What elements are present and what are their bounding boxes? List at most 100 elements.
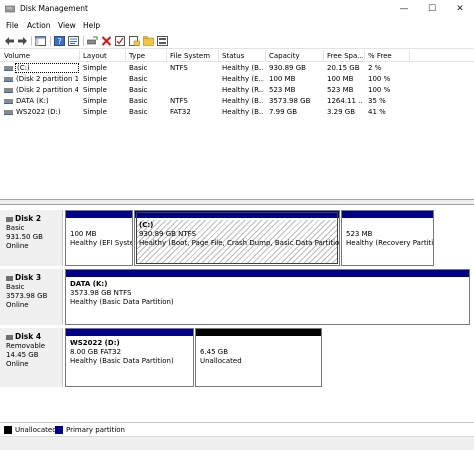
menu-help[interactable]: Help	[83, 21, 100, 30]
table-cell: Simple	[83, 86, 107, 94]
disk-type: Removable	[6, 342, 46, 350]
partition-size: 3573.98 GB NTFS	[70, 289, 132, 297]
menu-action[interactable]: Action	[27, 21, 51, 30]
disk-size: 3573.98 GB	[6, 292, 48, 300]
properties-icon[interactable]	[68, 36, 79, 46]
table-cell: 523 MB	[269, 86, 296, 94]
volume-icon	[4, 99, 13, 104]
table-cell: 1264.11 ...	[327, 97, 363, 105]
check-icon[interactable]	[115, 36, 126, 46]
table-cell: DATA (K:)	[16, 97, 49, 105]
maximize-button[interactable]: ☐	[418, 0, 446, 18]
forward-icon[interactable]	[17, 36, 28, 46]
table-cell: Simple	[83, 64, 107, 72]
column-file-system[interactable]: File System	[170, 52, 218, 60]
table-row[interactable]: (Disk 2 partition 4) Simple Basic Healthy (…	[0, 85, 474, 96]
table-cell: 3.29 GB	[327, 108, 356, 116]
pane-splitter[interactable]	[0, 200, 474, 205]
connect-drive-icon[interactable]	[87, 36, 98, 46]
unallocated-swatch	[4, 426, 12, 434]
back-icon[interactable]	[4, 36, 15, 46]
partition-status: Healthy (Basic Data Partition)	[70, 298, 174, 306]
table-row[interactable]: WS2022 (D:) Simple Basic FAT32 Healthy (B...…	[0, 107, 474, 118]
disk-status: Online	[6, 360, 29, 368]
partition-status: Healthy (EFI Syster	[70, 239, 132, 247]
table-cell: Simple	[83, 108, 107, 116]
disk-type: Basic	[6, 283, 25, 291]
menu-file[interactable]: File	[6, 21, 19, 30]
column-status[interactable]: Status	[222, 52, 264, 60]
partition-size: 100 MB	[70, 230, 97, 238]
table-row[interactable]: (Disk 2 partition 1) Simple Basic Healthy (…	[0, 74, 474, 85]
disk-icon	[6, 334, 13, 340]
table-cell: 100 MB	[269, 75, 296, 83]
partition-status: Healthy (Boot, Page File, Crash Dump, Ba…	[139, 239, 339, 247]
menu-bar: File Action View Help	[0, 19, 474, 33]
partition-name: (C:)	[139, 221, 154, 229]
legend: Unallocated Primary partition	[0, 422, 474, 436]
disk-type: Basic	[6, 224, 25, 232]
close-button[interactable]: ✕	[446, 0, 474, 18]
table-cell: FAT32	[170, 108, 191, 116]
table-cell: (Disk 2 partition 1)	[16, 75, 78, 83]
partition-efi[interactable]: 100 MB Healthy (EFI Syster	[65, 210, 133, 266]
column-layout[interactable]: Layout	[83, 52, 123, 60]
disk-view-icon[interactable]	[157, 36, 168, 46]
table-cell: Healthy (B...	[222, 108, 264, 116]
table-row[interactable]: (C:) Simple Basic NTFS Healthy (B... 930.89 G…	[0, 63, 474, 74]
column-volume[interactable]: Volume	[4, 52, 78, 60]
table-cell: NTFS	[170, 97, 188, 105]
disk-icon	[6, 216, 13, 222]
table-cell: 2 %	[368, 64, 382, 72]
table-cell: 41 %	[368, 108, 386, 116]
table-cell: Healthy (B...	[222, 64, 264, 72]
partition-data-k[interactable]: DATA (K:) 3573.98 GB NTFS Healthy (Basic…	[65, 269, 470, 325]
disk-status: Online	[6, 242, 29, 250]
table-cell: 100 %	[368, 86, 391, 94]
column-percent-free[interactable]: % Free	[368, 52, 408, 60]
unallocated-space[interactable]: 6.45 GB Unallocated	[195, 328, 322, 387]
table-row[interactable]: DATA (K:) Simple Basic NTFS Healthy (B... 357…	[0, 96, 474, 107]
disk-2-label[interactable]: Disk 2 Basic 931.50 GB Online	[0, 210, 63, 266]
column-type[interactable]: Type	[129, 52, 165, 60]
show-hide-tree-icon[interactable]	[35, 36, 46, 46]
partition-size: 8.00 GB FAT32	[70, 348, 122, 356]
disk-icon	[6, 275, 13, 281]
menu-view[interactable]: View	[58, 21, 76, 30]
table-cell: Healthy (B...	[222, 97, 264, 105]
table-cell: WS2022 (D:)	[16, 108, 61, 116]
table-cell: Healthy (E...	[222, 75, 264, 83]
disk-3-label[interactable]: Disk 3 Basic 3573.98 GB Online	[0, 269, 63, 325]
table-cell: Simple	[83, 75, 107, 83]
partition-recovery[interactable]: 523 MB Healthy (Recovery Partitio	[341, 210, 434, 266]
table-cell: Simple	[83, 97, 107, 105]
partition-status: Healthy (Recovery Partitio	[346, 239, 433, 247]
column-capacity[interactable]: Capacity	[269, 52, 321, 60]
volume-list-header: Volume Layout Type File System Status Ca…	[0, 50, 474, 62]
legend-primary-partition: Primary partition	[66, 426, 125, 434]
disk-size: 14.45 GB	[6, 351, 39, 359]
table-cell: 7.99 GB	[269, 108, 298, 116]
disk-map: Disk 2 Basic 931.50 GB Online 100 MB Hea…	[0, 206, 474, 422]
disk-status: Online	[6, 301, 29, 309]
table-cell: 20.15 GB	[327, 64, 360, 72]
table-cell: (Disk 2 partition 4)	[16, 86, 78, 94]
new-folder-icon[interactable]	[129, 36, 140, 46]
table-cell: Healthy (R...	[222, 86, 264, 94]
help-icon[interactable]: ?	[54, 36, 65, 46]
volume-list: Volume Layout Type File System Status Ca…	[0, 50, 474, 200]
disk-4-label[interactable]: Disk 4 Removable 14.45 GB Online	[0, 328, 63, 387]
partition-c[interactable]: (C:) 930.89 GB NTFS Healthy (Boot, Page …	[134, 210, 340, 266]
table-cell: 523 MB	[327, 86, 354, 94]
partition-name: DATA (K:)	[70, 280, 108, 288]
partition-ws2022-d[interactable]: WS2022 (D:) 8.00 GB FAT32 Healthy (Basic…	[65, 328, 194, 387]
column-free-space[interactable]: Free Spa...	[327, 52, 363, 60]
partition-status: Healthy (Basic Data Partition)	[70, 357, 174, 365]
minimize-button[interactable]: —	[390, 0, 418, 18]
snapshot-icon[interactable]	[143, 36, 154, 46]
delete-icon[interactable]	[101, 36, 112, 46]
table-cell: 35 %	[368, 97, 386, 105]
table-cell: Basic	[129, 86, 148, 94]
volume-icon	[4, 88, 13, 93]
primary-partition-swatch	[55, 426, 63, 434]
